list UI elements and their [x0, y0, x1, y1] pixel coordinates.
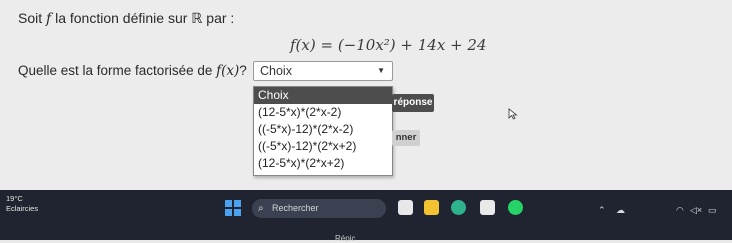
intro-text: Soit f la fonction définie sur ℝ par :: [18, 10, 234, 27]
exercise-page: Soit f la fonction définie sur ℝ par : f…: [0, 0, 732, 190]
real-set-symbol: ℝ: [191, 10, 203, 26]
search-placeholder: Rechercher: [272, 203, 319, 213]
windows-start-icon[interactable]: [225, 200, 241, 216]
mouse-cursor-icon: [508, 108, 518, 120]
network-icon[interactable]: ◠: [676, 205, 684, 216]
onedrive-icon[interactable]: ☁: [616, 205, 625, 216]
show-hidden-icons-icon[interactable]: ⌃: [598, 205, 606, 216]
dropdown-option[interactable]: Choix: [254, 87, 392, 104]
partial-button[interactable]: nner: [392, 130, 420, 146]
task-view-icon[interactable]: [398, 200, 413, 215]
taskbar: 19°C Eclaircies ⌕ Rechercher ⌃ ☁ ◠ ◁× ▭ …: [0, 190, 732, 243]
whatsapp-icon[interactable]: [508, 200, 523, 215]
taskbar-search-box[interactable]: ⌕ Rechercher: [252, 199, 386, 218]
answer-select-value: Choix: [260, 64, 292, 78]
store-icon[interactable]: [480, 200, 495, 215]
weather-widget[interactable]: 19°C Eclaircies: [6, 194, 38, 214]
partial-text: Répic: [335, 234, 356, 243]
answer-dropdown-list[interactable]: Choix (12-5*x)*(2*x-2) ((-5*x)-12)*(2*x-…: [253, 86, 393, 176]
dropdown-option[interactable]: (12-5*x)*(2*x+2): [254, 155, 392, 172]
function-formula: f(x) = (−10x²) + 14x + 24: [290, 36, 487, 54]
volume-icon[interactable]: ◁×: [690, 205, 702, 216]
intro-suffix: par :: [206, 10, 235, 26]
question-label: Quelle est la forme factorisée de: [18, 63, 213, 78]
question-mark: ?: [239, 63, 247, 78]
weather-condition: Eclaircies: [6, 204, 39, 213]
temperature: 19°C: [6, 194, 23, 203]
function-symbol: f: [46, 11, 52, 27]
search-icon: ⌕: [258, 203, 264, 214]
question-math: f(x): [216, 63, 240, 79]
question-text: Quelle est la forme factorisée de f(x)?: [18, 63, 247, 79]
edge-browser-icon[interactable]: [451, 200, 466, 215]
dropdown-option[interactable]: ((-5*x)-12)*(2*x+2): [254, 138, 392, 155]
battery-icon[interactable]: ▭: [708, 205, 717, 216]
chevron-down-icon: ▼: [377, 66, 385, 75]
dropdown-option[interactable]: ((-5*x)-12)*(2*x-2): [254, 121, 392, 138]
file-explorer-icon[interactable]: [424, 200, 439, 215]
dropdown-option[interactable]: (12-5*x)*(2*x-2): [254, 104, 392, 121]
intro-prefix: Soit: [18, 10, 43, 26]
reponse-button[interactable]: réponse: [392, 94, 434, 112]
answer-select[interactable]: Choix ▼: [253, 61, 393, 81]
intro-middle: la fonction définie sur: [55, 10, 188, 26]
